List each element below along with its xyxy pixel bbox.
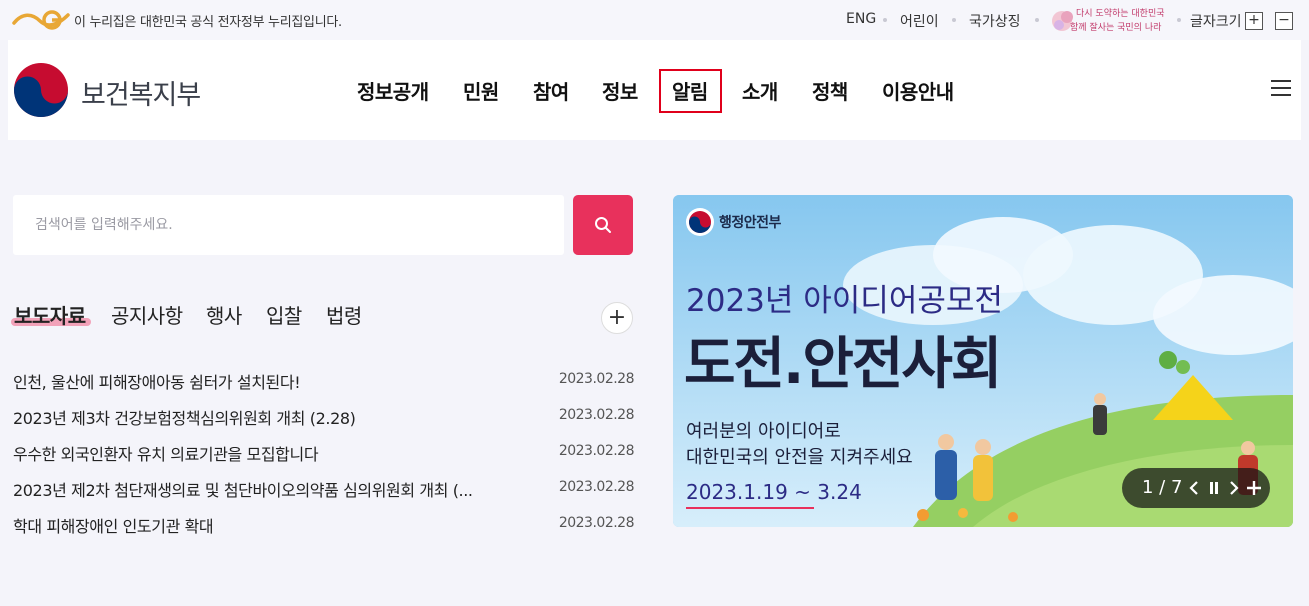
slogan-line-2: 함께 잘사는 국민의 나라 <box>1070 23 1162 33</box>
banner-description-line-1: 여러분의 아이디어로 <box>686 421 841 442</box>
banner-period-underline <box>686 507 814 509</box>
banner-description-line-2: 대한민국의 안전을 지켜주세요 <box>686 447 913 468</box>
site-header: 보건복지부 정보공개 민원 참여 정보 알림 소개 정책 이용안내 <box>8 40 1301 140</box>
search-icon <box>595 217 611 233</box>
news-title[interactable]: 학대 피해장애인 인도기관 확대 <box>13 513 214 537</box>
banner-org-name: 행정안전부 <box>719 215 781 231</box>
chevron-right-icon <box>1230 481 1239 495</box>
nav-usage-guide[interactable]: 이용안내 <box>882 76 954 105</box>
list-item[interactable]: 학대 피해장애인 인도기관 확대 2023.02.28 <box>13 513 635 537</box>
nav-notice[interactable]: 알림 <box>672 76 708 105</box>
prev-slide-button[interactable] <box>1184 476 1204 500</box>
ministry-name[interactable]: 보건복지부 <box>81 73 201 112</box>
gov-notice-text: 이 누리집은 대한민국 공식 전자정부 누리집입니다. <box>74 15 342 30</box>
list-item[interactable]: 인천, 울산에 피해장애아동 쉼터가 설치된다! 2023.02.28 <box>13 369 635 393</box>
link-eng[interactable]: ENG <box>846 11 876 27</box>
more-button[interactable]: + <box>601 302 633 334</box>
taegeuk-emblem-icon <box>686 208 714 236</box>
tab-press-release[interactable]: 보도자료 <box>14 300 86 329</box>
next-slide-button[interactable] <box>1224 476 1244 500</box>
banner-title: 도전.안전사회 <box>684 332 1002 397</box>
separator-dot <box>883 18 887 22</box>
list-item[interactable]: 우수한 외국인환자 유치 의료기관을 모집합니다 2023.02.28 <box>13 441 635 465</box>
pause-slide-button[interactable] <box>1204 476 1224 500</box>
news-title[interactable]: 인천, 울산에 피해장애아동 쉼터가 설치된다! <box>13 369 301 393</box>
tab-events[interactable]: 행사 <box>206 300 242 329</box>
nav-about[interactable]: 소개 <box>742 76 778 105</box>
link-national-symbols[interactable]: 국가상징 <box>969 11 1021 31</box>
separator-dot <box>1035 18 1039 22</box>
news-date: 2023.02.28 <box>558 515 635 531</box>
font-size-decrease-button[interactable]: − <box>1275 12 1293 30</box>
search-button[interactable] <box>573 195 633 255</box>
nav-civil-complaint[interactable]: 민원 <box>463 76 499 105</box>
tab-bids[interactable]: 입찰 <box>266 300 302 329</box>
banner-period: 2023.1.19 ~ 3.24 <box>686 480 862 504</box>
nav-policy[interactable]: 정책 <box>812 76 848 105</box>
search-box <box>13 195 564 255</box>
nav-participation[interactable]: 참여 <box>533 76 569 105</box>
list-item[interactable]: 2023년 제3차 건강보험정책심의위원회 개최 (2.28) 2023.02.… <box>13 405 635 429</box>
slide-counter: 1 / 7 <box>1142 477 1183 498</box>
separator-dot <box>1177 18 1181 22</box>
slider-controls: 1 / 7 <box>1122 468 1270 508</box>
font-size-label: 글자크기 <box>1190 14 1242 30</box>
news-date: 2023.02.28 <box>558 407 635 423</box>
separator-dot <box>952 18 956 22</box>
nav-info-disclosure[interactable]: 정보공개 <box>357 76 429 105</box>
news-date: 2023.02.28 <box>558 479 635 495</box>
news-title[interactable]: 우수한 외국인환자 유치 의료기관을 모집합니다 <box>13 441 319 465</box>
tab-announcements[interactable]: 공지사항 <box>111 300 183 329</box>
search-input[interactable] <box>13 195 564 255</box>
taegeuk-emblem-icon[interactable] <box>13 62 69 118</box>
gov-symbol-icon <box>12 10 70 30</box>
gov-banner-bar: 이 누리집은 대한민국 공식 전자정부 누리집입니다. ENG 어린이 국가상징… <box>0 0 1309 40</box>
nav-information[interactable]: 정보 <box>602 76 638 105</box>
pause-icon <box>1210 482 1218 494</box>
chevron-left-icon <box>1189 481 1198 495</box>
slogan-line-1: 다시 도약하는 대한민국 <box>1076 9 1165 19</box>
banner-subtitle: 2023년 아이디어공모전 <box>686 283 1003 319</box>
font-size-increase-button[interactable]: + <box>1245 12 1263 30</box>
plus-icon <box>1247 481 1261 495</box>
news-date: 2023.02.28 <box>558 371 635 387</box>
menu-icon[interactable] <box>1271 80 1291 96</box>
link-kids[interactable]: 어린이 <box>900 11 939 31</box>
tab-laws[interactable]: 법령 <box>326 300 362 329</box>
national-slogan-image[interactable]: 다시 도약하는 대한민국 함께 잘사는 국민의 나라 <box>1052 6 1168 36</box>
view-all-slides-button[interactable] <box>1244 476 1264 500</box>
news-date: 2023.02.28 <box>558 443 635 459</box>
news-title[interactable]: 2023년 제3차 건강보험정책심의위원회 개최 (2.28) <box>13 405 356 429</box>
news-title[interactable]: 2023년 제2차 첨단재생의료 및 첨단바이오의약품 심의위원회 개최 (..… <box>13 477 473 501</box>
list-item[interactable]: 2023년 제2차 첨단재생의료 및 첨단바이오의약품 심의위원회 개최 (..… <box>13 477 635 501</box>
